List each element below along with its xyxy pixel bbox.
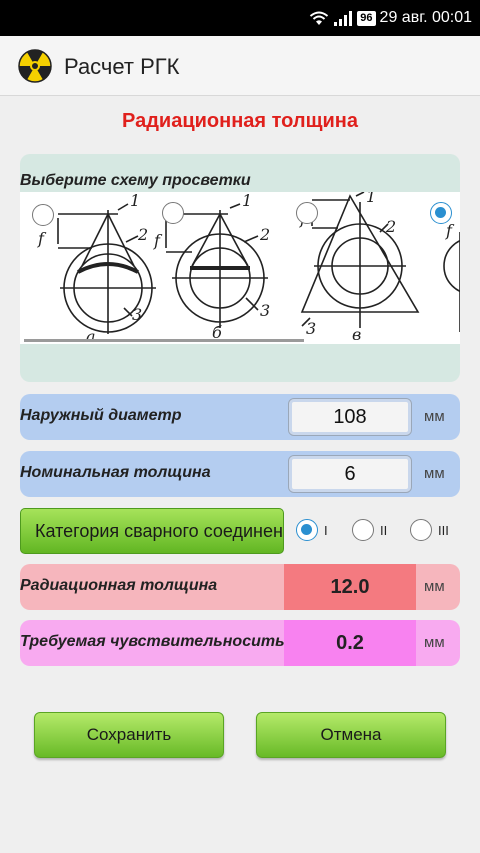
weld-category-button[interactable]: Категория сварного соединения	[20, 508, 284, 554]
label-1-v: 1	[366, 192, 376, 206]
label-3-a: 3	[132, 305, 142, 324]
weld-category-option-label: III	[438, 522, 449, 538]
weld-category-option-label: I	[324, 522, 328, 538]
radiation-icon	[18, 49, 52, 83]
weld-category-option-1[interactable]: I	[296, 519, 328, 543]
weld-category-option-2[interactable]: II	[352, 519, 387, 543]
label-f-b: f	[153, 231, 163, 250]
scheme-drawings: f 1 2 3 а f 1 2 3 б f 1 2 3 в f	[37, 192, 460, 344]
scheme-drawing-g	[443, 232, 460, 332]
weld-category-radio-2[interactable]	[352, 519, 374, 541]
radiation-thickness-value: 12.0	[284, 564, 416, 610]
outer-diameter-label: Наружный диаметр	[20, 407, 182, 424]
label-1-a: 1	[130, 192, 140, 210]
nominal-thickness-row: Номинальная толщина 6 мм	[20, 451, 460, 497]
weld-category-option-3[interactable]: III	[410, 519, 449, 543]
outer-diameter-row: Наружный диаметр 108 мм	[20, 394, 460, 440]
required-sensitivity-label: Требуемая чувствительносить	[20, 633, 285, 650]
nominal-thickness-unit: мм	[424, 465, 445, 482]
outer-diameter-unit: мм	[424, 408, 445, 425]
label-2-a: 2	[137, 225, 148, 244]
radiation-thickness-label: Радиационная толщина	[20, 577, 218, 594]
action-bar: Расчет РГК	[0, 36, 480, 96]
wifi-icon	[310, 11, 329, 25]
label-3-v: 3	[306, 319, 316, 338]
weld-category-radio-3[interactable]	[410, 519, 432, 541]
label-2-b: 2	[259, 225, 270, 244]
battery-icon: 96	[357, 10, 376, 26]
label-f-g: f	[445, 221, 455, 240]
required-sensitivity-value: 0.2	[284, 620, 416, 666]
label-f-a: f	[37, 229, 47, 248]
scheme-radio-b[interactable]	[162, 202, 184, 224]
page-title: Радиационная толщина	[122, 110, 358, 132]
nominal-thickness-input[interactable]: 6	[288, 455, 412, 493]
weld-category-row: Категория сварного соединения I II III	[20, 508, 460, 554]
label-3-b: 3	[260, 301, 270, 320]
weld-category-radio-1[interactable]	[296, 519, 318, 541]
cancel-button[interactable]: Отмена	[256, 712, 446, 758]
scheme-drawing-v	[300, 192, 420, 328]
radiation-thickness-row: Радиационная толщина 12.0 мм	[20, 564, 460, 610]
signal-icon	[334, 11, 353, 26]
caption-v: в	[352, 325, 361, 344]
label-2-v: 2	[385, 217, 396, 236]
outer-diameter-input[interactable]: 108	[288, 398, 412, 436]
nominal-thickness-label: Номинальная толщина	[20, 464, 211, 481]
scheme-scroller[interactable]: f 1 2 3 а f 1 2 3 б f 1 2 3 в f	[20, 192, 460, 344]
app-title: Расчет РГК	[64, 54, 180, 79]
scheme-drawing-b	[165, 203, 268, 328]
save-button[interactable]: Сохранить	[34, 712, 224, 758]
weld-category-option-label: II	[380, 522, 388, 538]
radiation-thickness-unit: мм	[424, 578, 445, 595]
status-datetime: 29 авг. 00:01	[379, 9, 472, 26]
status-bar: 96 29 авг. 00:01	[0, 0, 480, 36]
scheme-label: Выберите схему просветки	[20, 172, 251, 189]
label-1-b: 1	[242, 192, 252, 210]
status-bar-indicators: 96 29 авг. 00:01	[309, 6, 472, 30]
required-sensitivity-unit: мм	[424, 634, 445, 651]
scheme-radio-a[interactable]	[32, 204, 54, 226]
required-sensitivity-row: Требуемая чувствительносить 0.2 мм	[20, 620, 460, 666]
scheme-radio-v[interactable]	[296, 202, 318, 224]
scheme-scrollbar[interactable]	[24, 339, 304, 342]
scheme-radio-g[interactable]	[430, 202, 452, 224]
